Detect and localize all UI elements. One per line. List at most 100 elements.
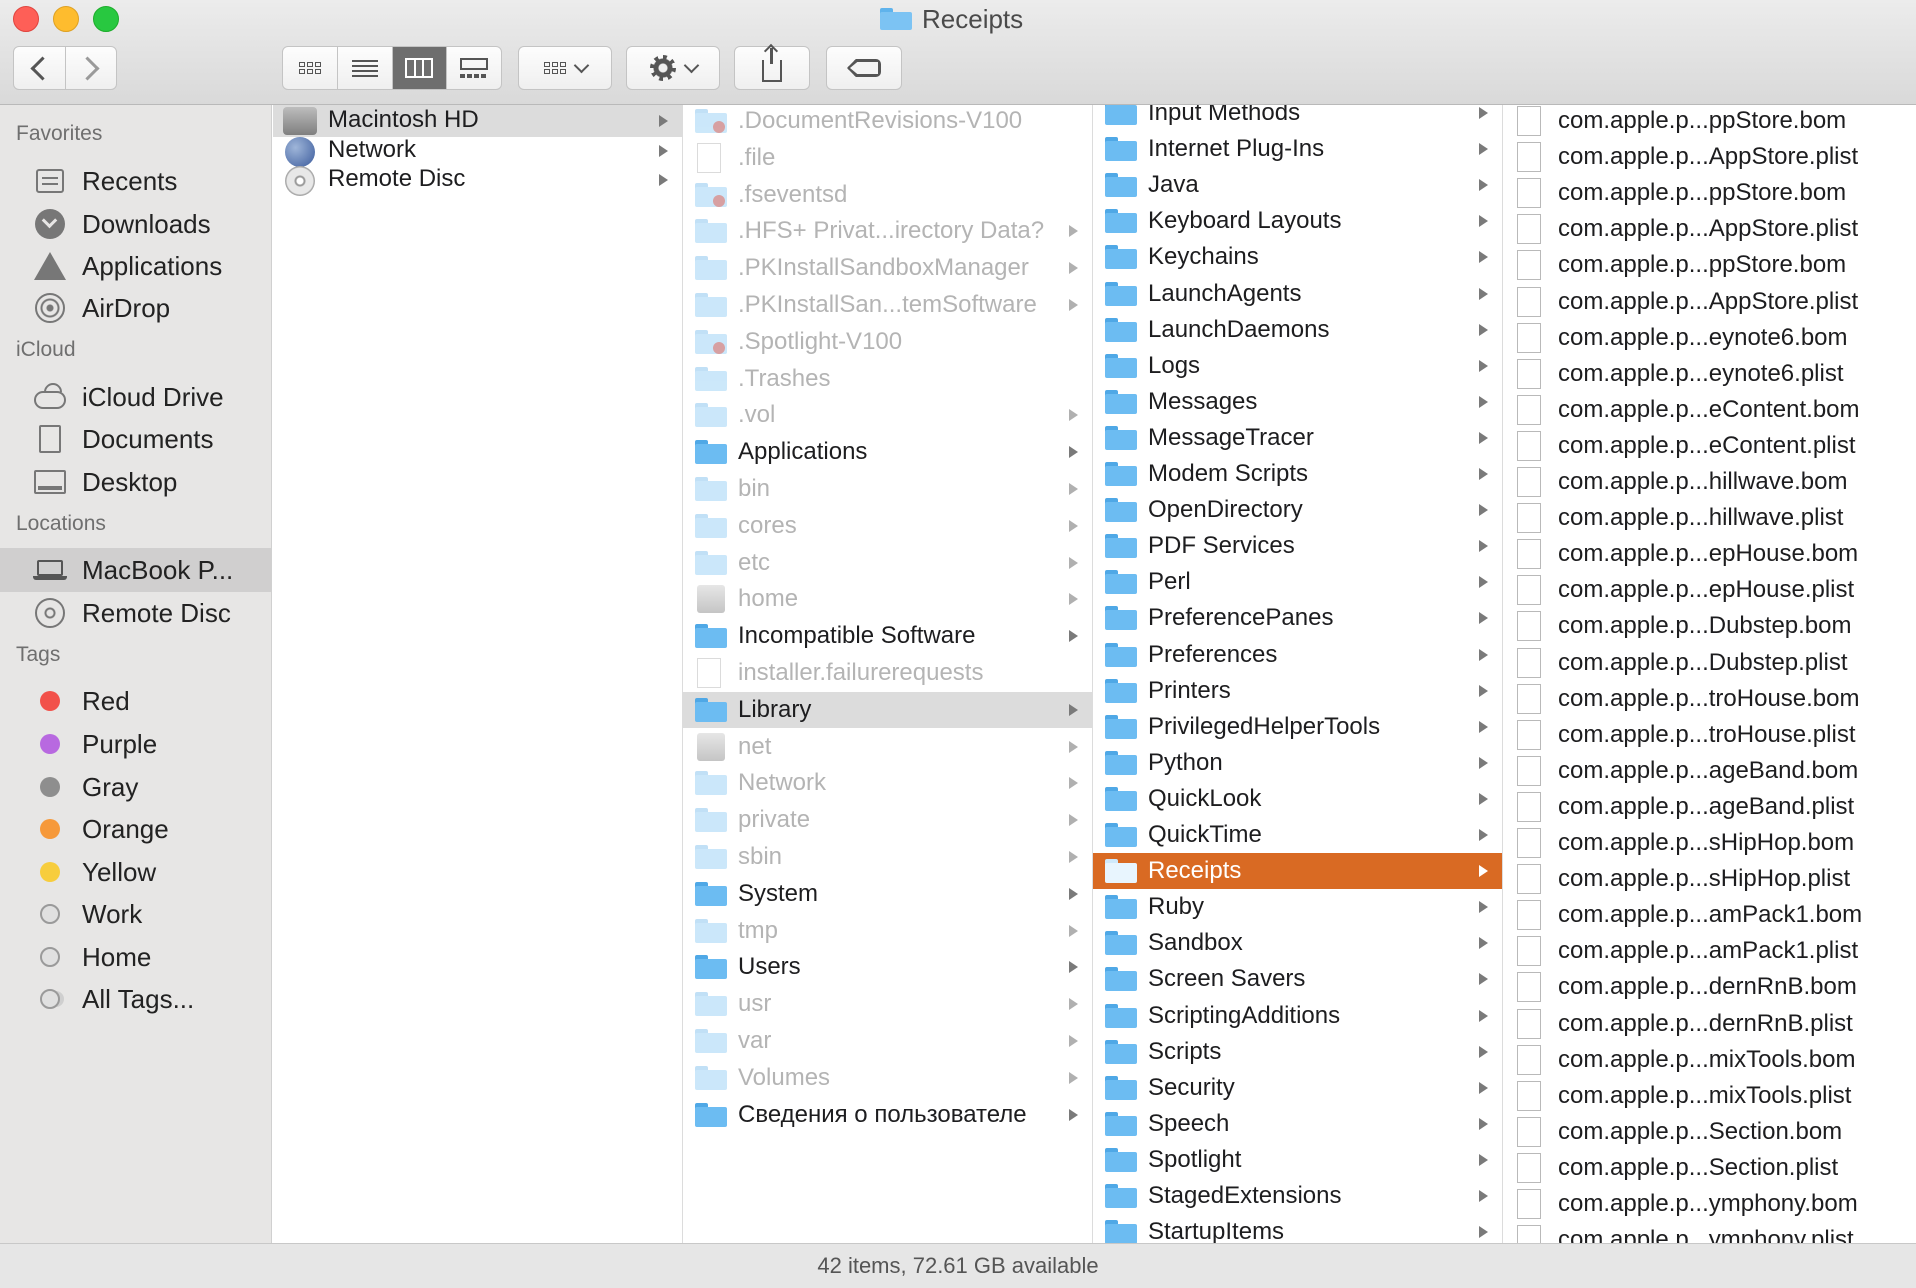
folder-row[interactable]: Users — [683, 949, 1092, 985]
folder-row[interactable]: Remote Disc — [273, 162, 682, 197]
folder-row[interactable]: Volumes — [683, 1060, 1092, 1096]
file-row[interactable]: com.apple.p...hillwave.bom — [1503, 464, 1916, 500]
file-row[interactable]: com.apple.p...Dubstep.plist — [1503, 645, 1916, 681]
file-row[interactable]: com.apple.p...eynote6.bom — [1503, 320, 1916, 356]
file-row[interactable]: com.apple.p...troHouse.plist — [1503, 717, 1916, 753]
folder-row[interactable]: MessageTracer — [1093, 420, 1502, 456]
folder-row[interactable]: var — [683, 1023, 1092, 1059]
file-row[interactable]: com.apple.p...ppStore.bom — [1503, 105, 1916, 139]
back-button[interactable] — [14, 47, 65, 89]
folder-row[interactable]: Library — [683, 691, 1092, 728]
folder-row[interactable]: LaunchAgents — [1093, 276, 1502, 312]
folder-row[interactable]: .Trashes — [683, 361, 1092, 397]
folder-row[interactable]: sbin — [683, 839, 1092, 875]
file-row[interactable]: com.apple.p...sHipHop.bom — [1503, 825, 1916, 861]
sidebar-tag-purple[interactable]: Purple — [0, 722, 271, 766]
file-row[interactable]: com.apple.p...ppStore.bom — [1503, 175, 1916, 211]
file-row[interactable]: com.apple.p...Section.plist — [1503, 1150, 1916, 1186]
folder-row[interactable]: Internet Plug-Ins — [1093, 131, 1502, 167]
folder-row[interactable]: Modem Scripts — [1093, 456, 1502, 492]
folder-row[interactable]: .PKInstallSandboxManager — [683, 250, 1092, 286]
sidebar-item-recents[interactable]: Recents — [0, 159, 271, 203]
sidebar-tag-orange[interactable]: Orange — [0, 807, 271, 851]
folder-row[interactable]: Speech — [1093, 1106, 1502, 1142]
file-row[interactable]: com.apple.p...epHouse.plist — [1503, 572, 1916, 608]
folder-row[interactable]: Scripts — [1093, 1034, 1502, 1070]
action-menu-button[interactable] — [626, 46, 720, 90]
folder-row[interactable]: cores — [683, 508, 1092, 544]
file-row[interactable]: com.apple.p...epHouse.bom — [1503, 536, 1916, 572]
file-row[interactable]: .file — [683, 140, 1092, 176]
folder-row[interactable]: System — [683, 876, 1092, 912]
folder-row[interactable]: net — [683, 729, 1092, 765]
folder-row[interactable]: Ruby — [1093, 889, 1502, 925]
file-row[interactable]: installer.failurerequests — [683, 655, 1092, 691]
file-row[interactable]: com.apple.p...mixTools.bom — [1503, 1042, 1916, 1078]
icon-view-button[interactable] — [283, 47, 337, 89]
folder-row[interactable]: ScriptingAdditions — [1093, 998, 1502, 1034]
folder-row[interactable]: Incompatible Software — [683, 618, 1092, 654]
folder-row[interactable]: etc — [683, 545, 1092, 581]
file-row[interactable]: com.apple.p...eynote6.plist — [1503, 356, 1916, 392]
folder-row[interactable]: bin — [683, 471, 1092, 507]
folder-row[interactable]: LaunchDaemons — [1093, 312, 1502, 348]
zoom-window-button[interactable] — [93, 6, 119, 32]
folder-row[interactable]: .HFS+ Privat...irectory Data? — [683, 213, 1092, 249]
share-button[interactable] — [734, 46, 810, 90]
folder-row[interactable]: Logs — [1093, 348, 1502, 384]
sidebar-tag-work[interactable]: Work — [0, 892, 271, 936]
sidebar-item-icloud-drive[interactable]: iCloud Drive — [0, 375, 271, 419]
folder-row[interactable]: Сведения о пользователе — [683, 1097, 1092, 1133]
folder-row[interactable]: QuickLook — [1093, 781, 1502, 817]
file-row[interactable]: com.apple.p...troHouse.bom — [1503, 681, 1916, 717]
folder-row[interactable]: Keychains — [1093, 239, 1502, 275]
list-view-button[interactable] — [336, 47, 392, 89]
folder-row[interactable]: StartupItems — [1093, 1214, 1502, 1243]
folder-row[interactable]: Input Methods — [1093, 105, 1502, 131]
file-row[interactable]: com.apple.p...dernRnB.plist — [1503, 1006, 1916, 1042]
group-by-button[interactable] — [518, 46, 612, 90]
folder-row[interactable]: OpenDirectory — [1093, 492, 1502, 528]
file-row[interactable]: com.apple.p...ppStore.bom — [1503, 247, 1916, 283]
file-row[interactable]: com.apple.p...ymphony.plist — [1503, 1222, 1916, 1243]
file-row[interactable]: com.apple.p...dernRnB.bom — [1503, 969, 1916, 1005]
folder-row[interactable]: .DocumentRevisions-V100 — [683, 105, 1092, 139]
folder-row[interactable]: PDF Services — [1093, 528, 1502, 564]
folder-row[interactable]: .PKInstallSan...temSoftware — [683, 287, 1092, 323]
folder-row[interactable]: .Spotlight-V100 — [683, 324, 1092, 360]
sidebar-item-macbook[interactable]: MacBook P... — [0, 548, 271, 592]
sidebar-item-desktop[interactable]: Desktop — [0, 460, 271, 504]
folder-row[interactable]: StagedExtensions — [1093, 1178, 1502, 1214]
file-row[interactable]: com.apple.p...eContent.plist — [1503, 428, 1916, 464]
folder-row[interactable]: Python — [1093, 745, 1502, 781]
folder-row[interactable]: tmp — [683, 913, 1092, 949]
file-row[interactable]: com.apple.p...eContent.bom — [1503, 392, 1916, 428]
file-row[interactable]: com.apple.p...sHipHop.plist — [1503, 861, 1916, 897]
sidebar-item-documents[interactable]: Documents — [0, 417, 271, 461]
folder-row[interactable]: .vol — [683, 397, 1092, 433]
close-window-button[interactable] — [13, 6, 39, 32]
column-view-button[interactable] — [391, 47, 447, 89]
folder-row[interactable]: Java — [1093, 167, 1502, 203]
file-row[interactable]: com.apple.p...AppStore.plist — [1503, 284, 1916, 320]
folder-row[interactable]: Security — [1093, 1070, 1502, 1106]
folder-row[interactable]: Printers — [1093, 673, 1502, 709]
folder-row[interactable]: Preferences — [1093, 637, 1502, 673]
folder-row[interactable]: Network — [683, 765, 1092, 801]
file-row[interactable]: com.apple.p...amPack1.plist — [1503, 933, 1916, 969]
sidebar-tag-red[interactable]: Red — [0, 679, 271, 723]
folder-row[interactable]: Keyboard Layouts — [1093, 203, 1502, 239]
sidebar-tag-all-tags[interactable]: All Tags... — [0, 977, 271, 1021]
sidebar-tag-gray[interactable]: Gray — [0, 765, 271, 809]
sidebar-item-downloads[interactable]: Downloads — [0, 202, 271, 246]
file-row[interactable]: com.apple.p...ageBand.bom — [1503, 753, 1916, 789]
folder-row[interactable]: Applications — [683, 434, 1092, 470]
file-row[interactable]: com.apple.p...AppStore.plist — [1503, 139, 1916, 175]
folder-row[interactable]: Messages — [1093, 384, 1502, 420]
folder-row[interactable]: Perl — [1093, 564, 1502, 600]
file-row[interactable]: com.apple.p...Section.bom — [1503, 1114, 1916, 1150]
folder-row[interactable]: Receipts — [1093, 853, 1502, 890]
sidebar-item-applications[interactable]: Applications — [0, 244, 271, 288]
folder-row[interactable]: PreferencePanes — [1093, 600, 1502, 636]
folder-row[interactable]: PrivilegedHelperTools — [1093, 709, 1502, 745]
